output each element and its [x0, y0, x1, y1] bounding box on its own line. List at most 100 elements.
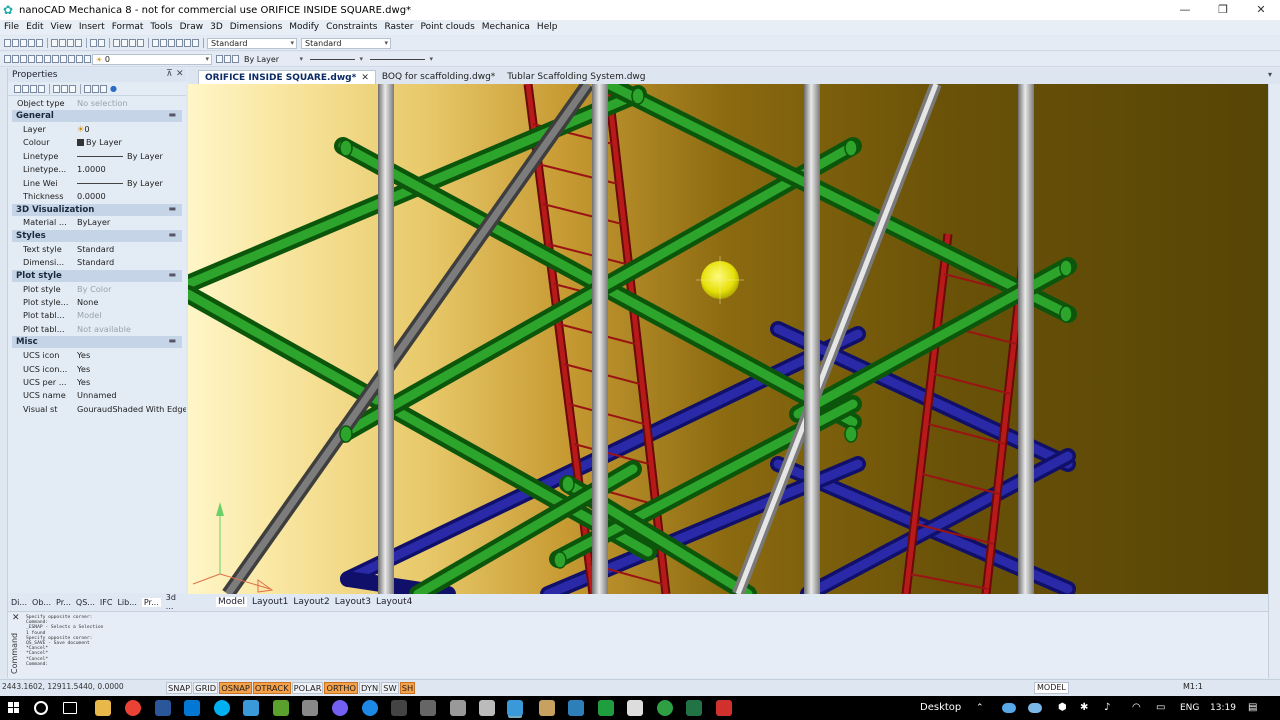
prop-line-weight[interactable]: Line Wei By Layer — [8, 176, 186, 189]
sh-toggle[interactable]: SH — [399, 682, 416, 694]
undo-icon[interactable] — [90, 39, 97, 47]
paste-icon[interactable] — [67, 39, 74, 47]
volume-icon[interactable]: ♪ — [1104, 696, 1110, 720]
otrack-toggle[interactable]: OTRACK — [252, 682, 291, 694]
menu-modify[interactable]: Modify — [289, 20, 319, 35]
layers-icon[interactable] — [152, 39, 159, 47]
task-view-icon[interactable] — [63, 702, 77, 714]
prop-plot-style-table[interactable]: Plot style... None — [8, 295, 186, 308]
quick-select-icon[interactable] — [22, 84, 29, 93]
cut-icon[interactable] — [51, 39, 58, 47]
menu-draw[interactable]: Draw — [180, 20, 204, 35]
language-indicator[interactable]: ENG — [1180, 696, 1199, 720]
ortho-toggle[interactable]: ORTHO — [324, 682, 358, 694]
prop-plot-table-1[interactable]: Plot tabl... Model — [8, 309, 186, 322]
panel-tab-ifc[interactable]: IFC — [100, 598, 113, 607]
lineweight-combo[interactable]: ▾ — [366, 54, 436, 65]
prop-ucs-name[interactable]: UCS name Unnamed — [8, 389, 186, 402]
dim-style-combo[interactable]: Standard ▾ — [301, 37, 391, 49]
menu-file[interactable]: File — [4, 20, 19, 35]
skype-icon[interactable] — [214, 700, 230, 716]
close-tab-icon[interactable]: ✕ — [361, 73, 369, 83]
zoom-window-icon[interactable] — [129, 39, 136, 47]
polar-toggle[interactable]: POLAR — [291, 682, 324, 694]
prop-text-style[interactable]: Text style Standard — [8, 242, 186, 255]
design-center-icon[interactable] — [168, 39, 175, 47]
menu-tools[interactable]: Tools — [150, 20, 172, 35]
layer-merge-icon[interactable] — [76, 55, 83, 63]
menu-view[interactable]: View — [51, 20, 72, 35]
onedrive-icon[interactable] — [1028, 703, 1042, 713]
sw-toggle[interactable]: SW — [381, 682, 399, 694]
prop-ucs-icon-origin[interactable]: UCS icon... Yes — [8, 362, 186, 375]
color-combo[interactable]: By Layer ▾ — [240, 54, 306, 65]
copy-icon[interactable] — [59, 39, 66, 47]
model-space-indicator[interactable]: MODEL — [1034, 682, 1069, 694]
info-icon[interactable]: ● — [110, 84, 117, 93]
snap-toggle[interactable]: SNAP — [166, 682, 193, 694]
sort-icon[interactable] — [53, 84, 60, 93]
maximize-button[interactable]: ❐ — [1204, 0, 1242, 20]
app-icon[interactable] — [243, 700, 259, 716]
layout-tab-3[interactable]: Layout3 — [335, 597, 371, 607]
section-styles[interactable]: Styles ▬ — [12, 230, 182, 243]
right-tool-strip[interactable] — [1268, 84, 1280, 678]
app-icon[interactable] — [657, 700, 673, 716]
make-current-icon[interactable] — [28, 55, 35, 63]
prop-layer[interactable]: Layer ☀0 — [8, 122, 186, 135]
battery-icon[interactable]: ▭ — [1156, 696, 1165, 720]
layer-freeze-icon[interactable] — [44, 55, 51, 63]
close-command-icon[interactable]: ✕ — [12, 613, 20, 623]
command-prompt[interactable]: Command: — [26, 662, 103, 667]
expand-icon[interactable] — [84, 84, 91, 93]
prop-visual-style[interactable]: Visual st GouraudShaded With Edges — [8, 402, 186, 415]
prop-linetype-scale[interactable]: Linetype... 1.0000 — [8, 163, 186, 176]
layer-isolate-icon[interactable] — [36, 55, 43, 63]
layer-delete-icon[interactable] — [84, 55, 91, 63]
menu-edit[interactable]: Edit — [26, 20, 43, 35]
menu-3d[interactable]: 3D — [210, 20, 223, 35]
linetype-combo[interactable]: ▾ — [306, 54, 366, 65]
bluetooth-icon[interactable]: ✱ — [1080, 696, 1088, 720]
redo-icon[interactable] — [98, 39, 105, 47]
panel-tab-objects[interactable]: Ob... — [32, 598, 51, 607]
new-icon[interactable] — [4, 39, 11, 47]
zoom-icon[interactable] — [121, 39, 128, 47]
show-hidden-icons-icon[interactable]: ⌃ — [976, 696, 984, 720]
app-icon[interactable] — [716, 700, 732, 716]
word-icon[interactable] — [155, 700, 171, 716]
menu-mechanica[interactable]: Mechanica — [482, 20, 530, 35]
layout-tab-2[interactable]: Layout2 — [293, 597, 329, 607]
collapse-icon[interactable] — [92, 84, 99, 93]
layer-state-icon[interactable] — [12, 55, 19, 63]
close-button[interactable]: ✕ — [1242, 0, 1280, 20]
settings-icon[interactable] — [100, 84, 107, 93]
app-icon[interactable] — [420, 700, 436, 716]
match-properties-icon[interactable] — [75, 39, 82, 47]
select-objects-icon[interactable] — [14, 84, 21, 93]
prop-dim-style[interactable]: Dimensi... Standard — [8, 256, 186, 269]
filter-icon[interactable] — [38, 84, 45, 93]
section-plot-style[interactable]: Plot style ▬ — [12, 269, 182, 282]
layer-walk-icon[interactable] — [68, 55, 75, 63]
prop-plot-style[interactable]: Plot style By Color — [8, 282, 186, 295]
pin-icon[interactable]: ⊼ — [166, 69, 173, 79]
layout-tab-model[interactable]: Model — [216, 597, 248, 607]
doc-tab-orifice[interactable]: ORIFICE INSIDE SQUARE.dwg* ✕ — [198, 70, 376, 84]
open-icon[interactable] — [12, 39, 19, 47]
app-icon[interactable] — [539, 700, 555, 716]
print-icon[interactable] — [28, 39, 35, 47]
alphabetical-icon[interactable] — [69, 84, 76, 93]
panel-tab-drawings[interactable]: Di... — [11, 598, 27, 607]
section-3d-visualization[interactable]: 3D Visualization ▬ — [12, 203, 182, 216]
minimize-button[interactable]: — — [1166, 0, 1204, 20]
app-icon[interactable] — [391, 700, 407, 716]
prop-ucs-per-viewport[interactable]: UCS per ... Yes — [8, 375, 186, 388]
prop-linetype[interactable]: Linetype By Layer — [8, 149, 186, 162]
panel-tab-3d[interactable]: 3d ... — [166, 593, 181, 611]
app-icon[interactable] — [273, 700, 289, 716]
search-icon[interactable] — [34, 701, 48, 715]
prop-ucs-icon[interactable]: UCS icon Yes — [8, 348, 186, 361]
panel-tab-properties[interactable]: Pr... — [141, 597, 161, 607]
app-icon[interactable] — [598, 700, 614, 716]
